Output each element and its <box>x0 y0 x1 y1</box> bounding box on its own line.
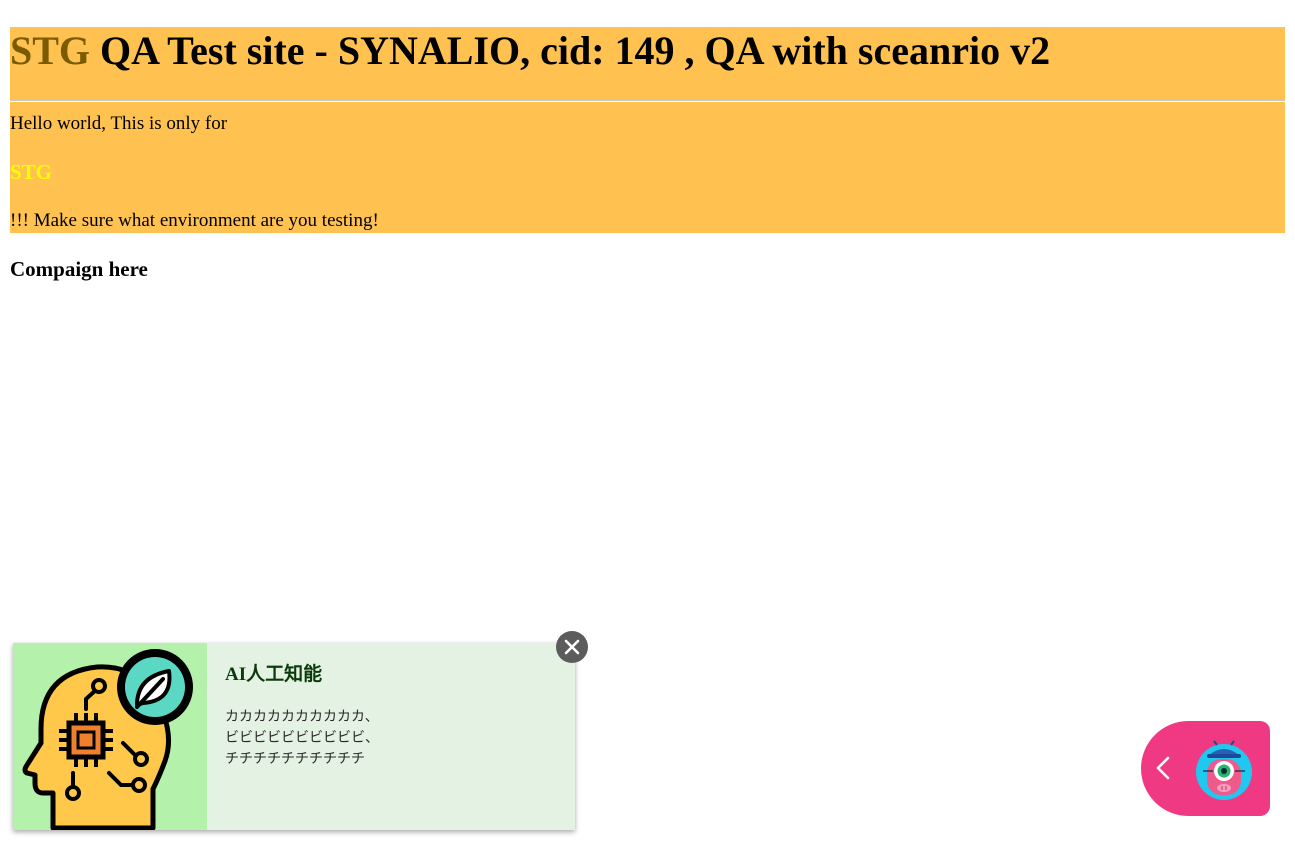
env-badge: STG <box>10 160 53 184</box>
popup-close-button[interactable] <box>556 631 588 663</box>
popup-line: カカカカカカカカカカ、 <box>225 709 379 725</box>
env-tag: STG <box>10 28 91 73</box>
hello-text: Hello world, This is only for <box>10 113 228 134</box>
robot-avatar-icon <box>1196 740 1252 800</box>
chevron-left-icon <box>1156 756 1170 780</box>
ai-head-circuit-icon <box>22 649 193 830</box>
popup-line: ビビビビビビビビビビ、 <box>225 730 379 746</box>
chatbot-launcher-button[interactable] <box>1141 721 1270 816</box>
popup-line: チチチチチチチチチチ <box>225 751 365 767</box>
page-title: STG QA Test site - SYNALIO, cid: 149 , Q… <box>10 28 1050 74</box>
popup-body: カカカカカカカカカカ、 ビビビビビビビビビビ、 チチチチチチチチチチ <box>225 707 555 770</box>
popup-title: AI人工知能 <box>225 664 323 685</box>
page-title-text: QA Test site - SYNALIO, cid: 149 , QA wi… <box>90 28 1051 73</box>
campaign-popup[interactable]: AI人工知能 カカカカカカカカカカ、 ビビビビビビビビビビ、 チチチチチチチチチ… <box>13 643 575 830</box>
environment-warning: !!! Make sure what environment are you t… <box>10 210 379 231</box>
popup-image <box>13 643 207 830</box>
campaign-heading: Compaign here <box>10 257 148 281</box>
header-divider <box>10 100 1285 102</box>
close-icon <box>564 639 580 655</box>
